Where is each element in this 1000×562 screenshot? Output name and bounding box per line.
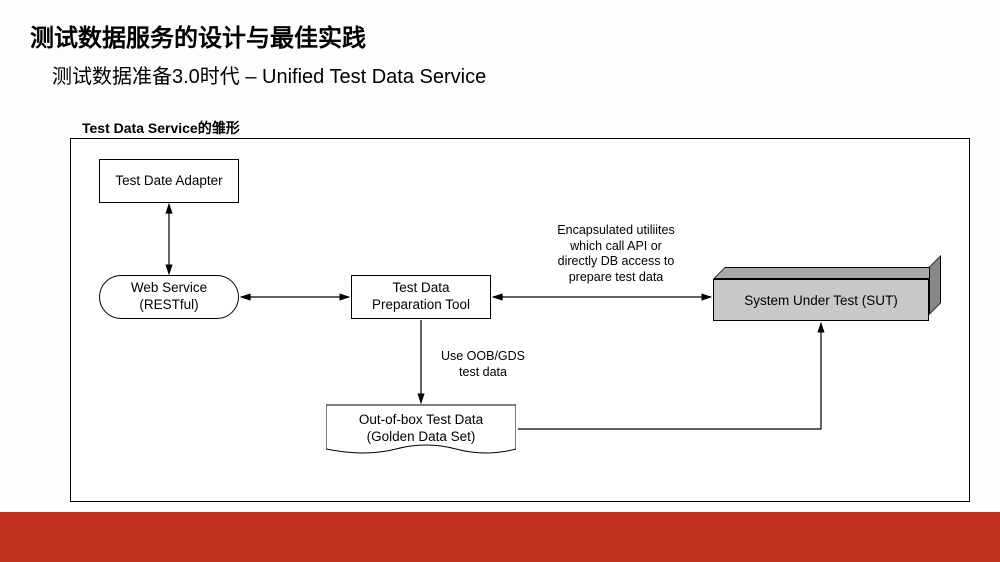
node-label: System Under Test (SUT)	[744, 293, 898, 308]
node-label: Test Date Adapter	[115, 173, 222, 190]
node-label: Out-of-box Test Data (Golden Data Set)	[359, 412, 483, 446]
node-out-of-box-test-data: Out-of-box Test Data (Golden Data Set)	[326, 405, 516, 453]
node-label: Web Service (RESTful)	[131, 280, 207, 314]
node-test-date-adapter: Test Date Adapter	[99, 159, 239, 203]
page-title: 测试数据服务的设计与最佳实践	[30, 18, 366, 53]
node-system-under-test: System Under Test (SUT)	[713, 273, 939, 321]
sut-front-face: System Under Test (SUT)	[713, 279, 929, 321]
node-web-service: Web Service (RESTful)	[99, 275, 239, 319]
annotation-encapsulated: Encapsulated utiliites which call API or…	[531, 223, 701, 286]
sut-top-face	[713, 267, 941, 279]
annotation-use-oob: Use OOB/GDS test data	[423, 349, 543, 380]
node-label: Test Data Preparation Tool	[372, 280, 470, 314]
slide: 测试数据服务的设计与最佳实践 测试数据准备3.0时代 – Unified Tes…	[0, 0, 1000, 562]
sut-side-face	[929, 255, 941, 315]
footer-bar	[0, 512, 1000, 562]
page-subtitle: 测试数据准备3.0时代 – Unified Test Data Service	[52, 60, 486, 89]
diagram-frame: Test Date Adapter Web Service (RESTful) …	[70, 138, 970, 502]
diagram-title: Test Data Service的雏形	[82, 118, 240, 138]
node-test-data-prep-tool: Test Data Preparation Tool	[351, 275, 491, 319]
